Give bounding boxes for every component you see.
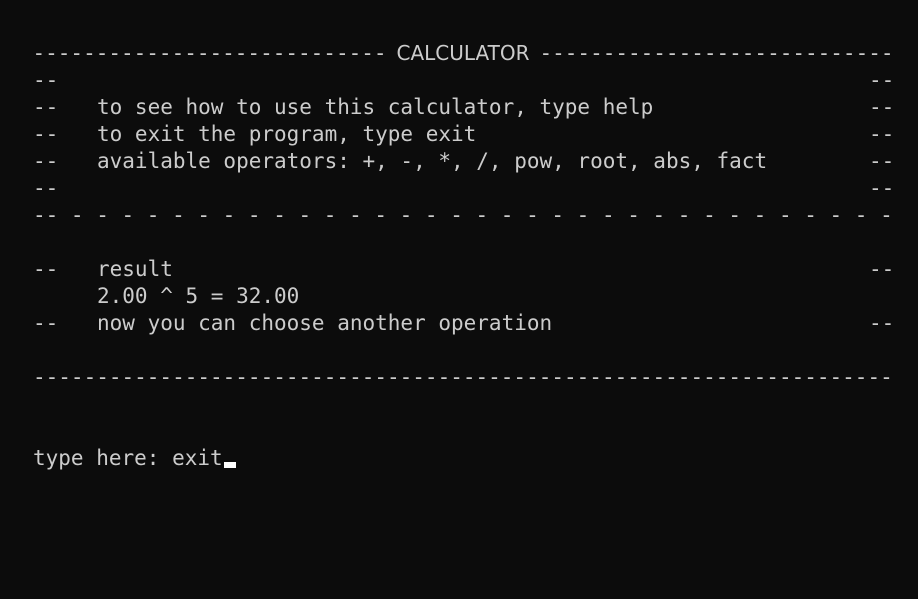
help-text-usage: to see how to use this calculator, type … <box>97 95 654 119</box>
terminal-window: ----------------------------------------… <box>33 40 893 391</box>
box-border-left: -- <box>33 68 59 92</box>
command-prompt[interactable]: type here: exit <box>33 445 236 472</box>
help-line-usage: -- to see how to use this calculator, ty… <box>33 94 893 121</box>
box-border-left: -- <box>33 176 59 200</box>
result-label-row: -- result -- <box>33 256 893 283</box>
box-empty-row: -- -- <box>33 67 893 94</box>
box-border-left: -- <box>33 149 59 173</box>
help-text-operators: available operators: +, -, *, /, pow, ro… <box>97 149 768 173</box>
help-line-operators: -- available operators: +, -, *, /, pow,… <box>33 148 893 175</box>
box-border-right: -- <box>869 122 893 146</box>
box-border-right: -- <box>869 257 893 281</box>
result-hint-row: -- now you can choose another operation … <box>33 310 893 337</box>
prompt-input-value[interactable]: exit <box>172 445 223 472</box>
result-next-hint: now you can choose another operation <box>97 311 553 335</box>
box-border-right: -- <box>869 68 893 92</box>
help-text-exit: to exit the program, type exit <box>97 122 477 146</box>
dashed-separator: -- - - - - - - - - - - - - - - - - - - -… <box>33 203 893 227</box>
result-expression-row: 2.00 ^ 5 = 32.00 <box>33 283 893 310</box>
box-empty-row: -- -- <box>33 175 893 202</box>
text-cursor-icon <box>223 462 236 468</box>
box-border-left: -- <box>33 257 59 281</box>
box-border-right: -- <box>869 95 893 119</box>
help-line-exit: -- to exit the program, type exit -- <box>33 121 893 148</box>
header-title: CALCULATOR <box>396 41 530 65</box>
bottom-rule: ----------------------------------------… <box>33 365 893 389</box>
result-expression: 2.00 ^ 5 = 32.00 <box>97 284 300 308</box>
header-rule-right: ----------------------------------------… <box>539 41 894 65</box>
box-border-left: -- <box>33 95 59 119</box>
prompt-label: type here: <box>33 446 173 470</box>
box-border-right: -- <box>869 311 893 335</box>
header-rule-left: ----------------------------------------… <box>33 41 387 65</box>
box-border-left: -- <box>33 311 59 335</box>
calculator-header: ----------------------------------------… <box>33 40 893 67</box>
box-border-right: -- <box>869 149 893 173</box>
result-label: result <box>97 257 173 281</box>
box-border-left: -- <box>33 122 59 146</box>
box-border-right: -- <box>869 176 893 200</box>
